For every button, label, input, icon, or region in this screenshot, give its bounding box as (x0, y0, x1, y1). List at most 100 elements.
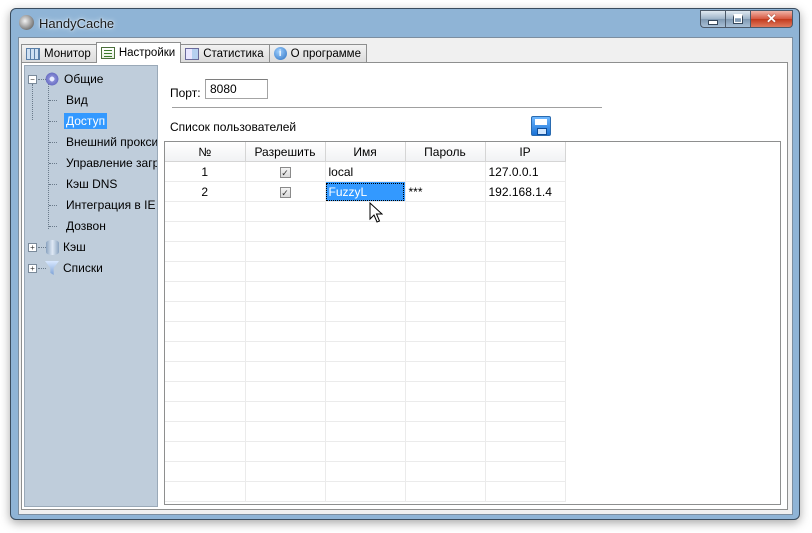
settings-tree[interactable]: − Общие Вид Доступ Внешний прокси Управл… (24, 65, 158, 507)
tree-line (38, 268, 46, 269)
tab-strip: Монитор Настройки Статистика i О програм… (21, 40, 367, 63)
table-row[interactable] (165, 241, 566, 262)
expand-icon[interactable]: + (28, 264, 37, 273)
app-icon[interactable] (19, 15, 34, 30)
table-row[interactable] (165, 261, 566, 282)
tab-settings[interactable]: Настройки (95, 42, 182, 63)
tree-line (49, 142, 57, 143)
tree-label-lists: Списки (63, 261, 103, 275)
column-header-ip[interactable]: IP (485, 142, 566, 162)
users-table: № Разрешить Имя Пароль IP 1 ✓ local 127.… (165, 142, 566, 502)
cell-password[interactable] (405, 161, 486, 182)
table-row[interactable] (165, 401, 566, 422)
cell-name[interactable]: local (325, 161, 406, 182)
tree-line (38, 247, 46, 248)
table-row[interactable] (165, 341, 566, 362)
info-icon: i (273, 47, 287, 60)
maximize-button[interactable] (725, 10, 750, 28)
tree-item-access[interactable]: Доступ (49, 112, 108, 130)
table-row[interactable] (165, 441, 566, 462)
cell-number[interactable]: 2 (165, 181, 246, 202)
tree-item-dialup[interactable]: Дозвон (49, 217, 106, 235)
tree-label-access: Доступ (64, 113, 108, 129)
tree-label-download-control: Управление загру (66, 156, 158, 170)
tab-monitor[interactable]: Монитор (21, 44, 97, 62)
table-row[interactable] (165, 281, 566, 302)
title-bar[interactable]: HandyCache ✕ (11, 9, 799, 37)
tree-item-ie-integration[interactable]: Интеграция в IE (49, 196, 155, 214)
table-row[interactable] (165, 481, 566, 502)
tree-item-view[interactable]: Вид (49, 91, 88, 109)
separator (172, 107, 602, 109)
port-label: Порт: (170, 86, 201, 100)
column-header-allow[interactable]: Разрешить (245, 142, 326, 162)
tab-about[interactable]: i О программе (268, 44, 367, 62)
table-row[interactable] (165, 461, 566, 482)
close-icon: ✕ (766, 11, 777, 26)
column-header-name[interactable]: Имя (325, 142, 406, 162)
save-button[interactable] (531, 116, 551, 136)
table-row[interactable] (165, 321, 566, 342)
minimize-icon (708, 19, 718, 25)
close-button[interactable]: ✕ (750, 10, 793, 28)
tree-label-dialup: Дозвон (66, 219, 106, 233)
tree-line (49, 100, 57, 101)
tree-label-cache: Кэш (63, 240, 86, 254)
access-settings: Порт: Список пользователей № Разрешить (162, 65, 784, 507)
tree-node-lists[interactable]: + Списки (27, 259, 103, 277)
statistics-icon (185, 47, 200, 60)
minimize-button[interactable] (700, 10, 725, 28)
tree-label-view: Вид (66, 93, 88, 107)
cell-ip[interactable]: 192.168.1.4 (485, 181, 566, 202)
tree-label-general: Общие (64, 72, 104, 86)
table-row[interactable]: 1 ✓ local 127.0.0.1 (165, 161, 566, 182)
tree-label-ie-integration: Интеграция в IE (66, 198, 156, 212)
tab-label: Статистика (203, 47, 264, 60)
table-row[interactable]: 2 ✓ FuzzyL *** 192.168.1.4 (165, 181, 566, 202)
tree-label-dns-cache: Кэш DNS (66, 177, 118, 191)
cell-allow[interactable]: ✓ (245, 161, 326, 182)
maximize-icon (733, 14, 743, 24)
tab-label: Настройки (118, 46, 176, 59)
cell-password[interactable]: *** (405, 181, 486, 202)
tree-line (38, 79, 46, 80)
allow-checkbox[interactable]: ✓ (279, 186, 291, 198)
header-row: № Разрешить Имя Пароль IP (165, 142, 566, 162)
table-row[interactable] (165, 361, 566, 382)
tree-item-download-control[interactable]: Управление загру (49, 154, 158, 172)
collapse-icon[interactable]: − (28, 75, 37, 84)
column-header-number[interactable]: № (165, 142, 246, 162)
tree-line (49, 205, 57, 206)
cell-allow[interactable]: ✓ (245, 181, 326, 202)
tree-line (32, 84, 33, 120)
monitor-icon (26, 47, 40, 60)
table-row[interactable] (165, 421, 566, 442)
tab-statistics[interactable]: Статистика (180, 44, 270, 62)
tab-label: Монитор (44, 47, 91, 60)
table-row[interactable] (165, 381, 566, 402)
cell-ip[interactable]: 127.0.0.1 (485, 161, 566, 182)
tree-node-general[interactable]: − Общие (27, 70, 103, 88)
tree-item-external-proxy[interactable]: Внешний прокси (49, 133, 158, 151)
gears-icon (44, 71, 60, 87)
app-window: HandyCache ✕ Монитор Настройки Статистик… (10, 8, 800, 520)
table-row[interactable] (165, 221, 566, 242)
window-title: HandyCache (39, 16, 115, 31)
table-row[interactable] (165, 301, 566, 322)
tree-line (49, 121, 57, 122)
caption-buttons: ✕ (700, 10, 793, 28)
table-row[interactable] (165, 201, 566, 222)
allow-checkbox[interactable]: ✓ (279, 166, 291, 178)
cell-number[interactable]: 1 (165, 161, 246, 182)
expand-icon[interactable]: + (28, 243, 37, 252)
port-input[interactable] (205, 79, 268, 99)
column-header-password[interactable]: Пароль (405, 142, 486, 162)
users-list-label: Список пользователей (170, 120, 297, 134)
tree-label-external-proxy: Внешний прокси (66, 135, 158, 149)
users-grid[interactable]: № Разрешить Имя Пароль IP 1 ✓ local 127.… (164, 141, 781, 505)
tree-line (49, 163, 57, 164)
tree-node-cache[interactable]: + Кэш (27, 238, 86, 256)
cell-name-editing[interactable]: FuzzyL (325, 181, 406, 202)
tree-line (49, 184, 57, 185)
tree-item-dns-cache[interactable]: Кэш DNS (49, 175, 117, 193)
